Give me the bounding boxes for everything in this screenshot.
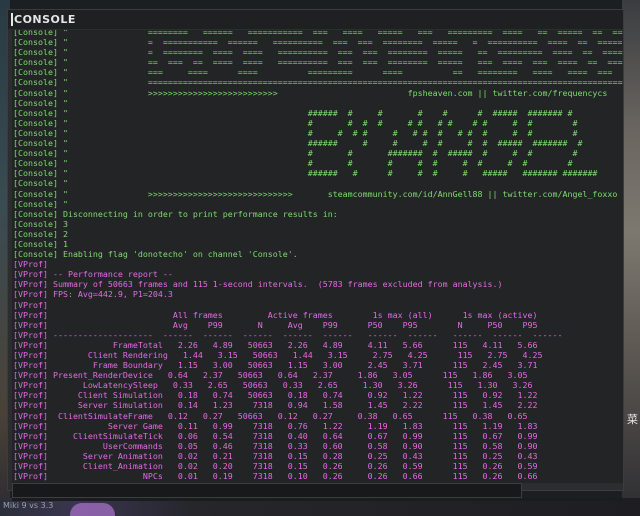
horizontal-scrollbar[interactable] xyxy=(12,498,623,501)
console-line: [Console] " # # # # # # # # # # # # # # xyxy=(13,127,578,138)
console-line: [Console] " == === == ==== ==== ========… xyxy=(13,57,623,68)
console-line: [VProf] ClientSimulateFrame 0.12 0.27 50… xyxy=(13,410,528,421)
console-line: [VProf] Avg P99 N Avg P99 P50 P95 N P50 … xyxy=(13,319,538,330)
console-line: [VProf] Frame Boundary 1.15 3.00 50663 1… xyxy=(13,360,538,371)
console-line: [Console] 3 xyxy=(13,218,68,229)
console-line: [Console] " # # # # # # # # # # # # # xyxy=(13,117,578,128)
console-line: [VProf] Server Animation 0.02 0.21 7318 … xyxy=(13,450,538,461)
console-title: CONSOLE xyxy=(11,13,76,26)
console-line: [Console] " xyxy=(13,198,68,209)
console-line: [Console] Enabling flag 'donotecho' on c… xyxy=(13,249,298,260)
console-line: [VProf] LowLatencySleep 0.33 2.65 50663 … xyxy=(13,380,533,391)
console-line: [VProf] NPCs 0.01 0.19 7318 0.10 0.26 0.… xyxy=(13,471,538,482)
console-line: [Console] " ###### # # # # # ##### #####… xyxy=(13,168,598,179)
console-line: [VProf] Summary of 50663 frames and 115 … xyxy=(13,279,503,290)
console-window: CONSOLE [Console] " ======== ====== ====… xyxy=(7,9,624,501)
console-line: [Console] " xyxy=(13,97,68,108)
console-line: [VProf] Client_Animation 0.02 0.20 7318 … xyxy=(13,461,538,472)
console-line: [Console] " ============================… xyxy=(13,77,623,88)
console-titlebar[interactable]: CONSOLE xyxy=(8,10,623,29)
console-line: [Console] " = =========== ====== =======… xyxy=(13,37,623,48)
background-scene-right xyxy=(622,0,640,516)
console-line: [VProf] -- Performance report -- xyxy=(13,269,173,280)
console-line: [Console] " >>>>>>>>>>>>>>>>>>>>>>>>>>>>… xyxy=(13,188,618,199)
console-line: [Console] " ###### # # # # # ##### #####… xyxy=(13,107,573,118)
console-line: [VProf] Present_RenderDevice 0.64 2.37 5… xyxy=(13,370,528,381)
console-line: [VProf] FPS: Avg=442.9, P1=204.3 xyxy=(13,289,173,300)
console-line: [VProf] FrameTotal 2.26 4.89 50663 2.26 … xyxy=(13,339,538,350)
console-lines: [Console] " ======== ====== =========== … xyxy=(13,30,623,481)
background-hud-text: Miki 9 vs 3.3 xyxy=(3,501,54,510)
console-line: [VProf] xyxy=(13,299,48,310)
console-line: [VProf] All frames Active frames 1s max … xyxy=(13,309,538,320)
console-line: [Console] " ======== ====== =========== … xyxy=(13,30,623,37)
console-title-text: CONSOLE xyxy=(14,13,76,26)
console-line: [VProf] ClientSimulateTick 0.06 0.54 731… xyxy=(13,430,538,441)
console-line: [Console] " >>>>>>>>>>>>>>>>>>>>>>>>>> f… xyxy=(13,87,608,98)
console-line: [Console] 1 xyxy=(13,238,68,249)
console-line: [Console] " = ======== ==== ==== =======… xyxy=(13,47,623,58)
console-input[interactable] xyxy=(12,483,522,498)
console-line: [VProf] xyxy=(13,259,48,270)
console-line: [VProf] -------------------- ------ ----… xyxy=(13,329,563,340)
console-line: [Console] " # # # # # # # # # # xyxy=(13,158,573,169)
console-output[interactable]: [Console] " ======== ====== =========== … xyxy=(12,30,623,483)
console-line: [VProf] Server Game 0.11 0.99 7318 0.76 … xyxy=(13,420,538,431)
console-line: [VProf] Server Simulation 0.14 1.23 7318… xyxy=(13,400,538,411)
console-line: [Console] " # # ####### # ##### # # # # xyxy=(13,148,578,159)
console-line: [Console] 2 xyxy=(13,228,68,239)
console-line: [Console] " xyxy=(13,178,68,189)
background-avatar-deco xyxy=(70,503,115,516)
console-line: [VProf] Client Simulation 0.18 0.74 5066… xyxy=(13,390,538,401)
console-line: [VProf] UserCommands 0.05 0.46 7318 0.33… xyxy=(13,440,538,451)
console-line: [Console] " === ==== ==== ========= ====… xyxy=(13,67,623,78)
console-line: [Console] " ###### # # # # # # ##### ###… xyxy=(13,138,583,149)
console-line: [Console] Disconnecting in order to prin… xyxy=(13,208,338,219)
background-glyph: 菜 xyxy=(627,413,638,426)
console-line: [VProf] Client Rendering 1.44 3.15 50663… xyxy=(13,350,543,360)
